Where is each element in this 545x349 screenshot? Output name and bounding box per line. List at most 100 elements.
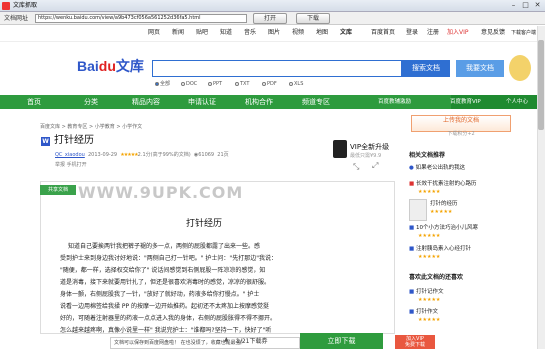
upload-doc-button[interactable]: 上传我的文档 (411, 115, 511, 132)
radio-icon (289, 81, 293, 86)
nav-register[interactable]: 注册 (427, 29, 439, 37)
nav-feedback[interactable]: 意见反馈 (481, 29, 505, 37)
shrink-icon[interactable]: ⤡ (353, 163, 359, 171)
scrollbar-thumb[interactable] (538, 40, 544, 130)
more-item[interactable]: ■ 打针作文 (409, 309, 438, 316)
doc-title: 打针经历 (54, 135, 94, 146)
doc-meta: QC_xiaodou 2013-09-29 ★★★★★2.1分(高于99%的文档… (55, 152, 229, 159)
close-button[interactable]: ✕ (532, 1, 543, 10)
radio-icon (181, 81, 185, 86)
radio-icon (262, 81, 266, 86)
word-icon: ■ (409, 309, 415, 315)
cat-edu-incentive[interactable]: 百度教辅激励 (378, 98, 411, 106)
cat-channel[interactable]: 频道专区 (302, 98, 330, 106)
related-thumb[interactable] (409, 199, 427, 221)
nav-item-web[interactable]: 网页 (148, 29, 160, 37)
baidu-wenku-logo[interactable]: Baidu文库 (77, 58, 144, 74)
cat-user-center[interactable]: 个人中心 (506, 98, 528, 106)
related-item[interactable]: ■ 10个小方法巧治小儿风寒 (409, 225, 478, 232)
open-button[interactable]: 打开 (253, 13, 287, 24)
nav-item-news[interactable]: 新闻 (172, 29, 184, 37)
related-item[interactable]: ■ 长效干扰素注射的心路历 (409, 181, 476, 188)
related-item[interactable]: 打针的经历 (430, 201, 458, 208)
radio-icon (235, 81, 239, 86)
cat-cooperate[interactable]: 机构合作 (245, 98, 273, 106)
filetype-txt[interactable]: TXT (235, 81, 249, 88)
download-now-button[interactable]: 立即下载 (300, 333, 383, 349)
doc-author[interactable]: QC_xiaodou (55, 152, 85, 158)
nav-login[interactable]: 登录 (406, 29, 418, 37)
mascot-icon (509, 55, 531, 81)
vip-upgrade-title[interactable]: VIP全新升级 (350, 143, 389, 152)
radio-icon (155, 81, 159, 86)
rating-stars-icon: ★★★★★ (418, 233, 441, 239)
doc-rating: 2.1分(高于99%的文档) (137, 152, 191, 158)
cat-classify[interactable]: 分类 (84, 98, 98, 106)
breadcrumb[interactable]: 百度文库 > 教育专区 > 小学教育 > 小学作文 (40, 124, 142, 131)
filetype-all[interactable]: 全部 (155, 81, 170, 88)
fullscreen-icon[interactable]: ⤢ (372, 162, 378, 170)
upload-points: 下载积分+2 (447, 131, 475, 137)
more-item[interactable]: ■ 打针记作文 (409, 289, 443, 296)
search-input[interactable] (152, 60, 402, 77)
vip-upgrade-sub: 最低只需¥9.9 (350, 153, 382, 159)
window-titlebar (0, 0, 545, 12)
share-doc-button[interactable]: 我要文档 (456, 60, 504, 77)
word-icon: ■ (409, 289, 415, 295)
nav-item-wenku[interactable]: 文库 (340, 29, 352, 37)
nav-item-video[interactable]: 视频 (292, 29, 304, 37)
nav-item-map[interactable]: 地图 (316, 29, 328, 37)
rating-stars-icon: ★★★★★ (418, 254, 441, 260)
nav-item-tieba[interactable]: 贴吧 (196, 29, 208, 37)
nav-item-images[interactable]: 图片 (268, 29, 280, 37)
shared-doc-tag: 共享文档 (40, 185, 76, 195)
word-doc-icon: W (41, 137, 50, 146)
rating-stars-icon: ★★★★★ (418, 297, 441, 303)
maximize-button[interactable]: □ (520, 1, 531, 10)
doc-date: 2013-09-29 (88, 152, 118, 158)
pdf-icon: ■ (409, 181, 415, 187)
join-vip-label: 加入VIP 免费下载 (404, 336, 425, 348)
rating-stars-icon: ★★★★★ (120, 152, 138, 158)
vip-diamond-icon (333, 140, 347, 158)
doc-body-title: 打针经历 (186, 219, 223, 229)
rating-stars-icon: ★★★★★ (418, 189, 441, 195)
radio-icon (208, 81, 212, 86)
join-vip-button[interactable]: 加入VIP 免费下载 (395, 335, 435, 349)
cat-certify[interactable]: 申请认证 (188, 98, 216, 106)
page-number: 1/21下载券 (236, 338, 268, 345)
nav-item-music[interactable]: 音乐 (244, 29, 256, 37)
minimize-button[interactable]: – (508, 1, 519, 10)
address-input[interactable]: https://wenku.baidu.com/view/a9b473cf056… (35, 14, 247, 23)
file-icon: ● (409, 165, 414, 171)
search-button[interactable]: 搜索文档 (402, 60, 450, 77)
rating-stars-icon: ★★★★★ (418, 317, 441, 323)
cat-home[interactable]: 首页 (27, 98, 41, 106)
rating-stars-icon: ★★★★★ (430, 209, 453, 215)
nav-home[interactable]: 百度首页 (371, 29, 395, 37)
word-icon: ■ (409, 246, 415, 252)
filetype-xls[interactable]: XLS (289, 81, 303, 88)
cat-edu-vip[interactable]: 百度教育VIP (450, 98, 481, 106)
page-up-icon[interactable]: ▲ (224, 336, 229, 344)
address-label: 文档网址 (4, 15, 29, 22)
nav-join-vip[interactable]: 加入VIP (447, 29, 469, 37)
filetype-doc[interactable]: DOC (181, 81, 197, 88)
cat-premium[interactable]: 精品内容 (132, 98, 160, 106)
doc-actions[interactable]: 举报 手机打开 (55, 162, 87, 169)
filetype-pdf[interactable]: PDF (262, 81, 277, 88)
more-heading: 喜欢此文档的还喜欢 (409, 274, 464, 281)
nav-download-client[interactable]: 下载客户端 (511, 29, 536, 37)
filetype-ppt[interactable]: PPT (208, 81, 222, 88)
doc-pages: 21页 (217, 152, 229, 158)
nav-item-zhidao[interactable]: 知道 (220, 29, 232, 37)
window-title: 文库抓取 (13, 2, 38, 9)
doc-views: 61069 (198, 152, 215, 158)
related-item[interactable]: ■ 注射胰岛素入心经打针 (409, 246, 471, 253)
netdisk-ad[interactable]: 文档可以保存到百度网盘啦！ 在也没烦了，收藏也是最强！ (110, 337, 300, 349)
related-item[interactable]: ● 如果老公出轨的我这 (409, 165, 465, 172)
app-icon (2, 2, 10, 10)
word-icon: ■ (409, 225, 415, 231)
download-toolbar-button[interactable]: 下载 (296, 13, 330, 24)
watermark: WWW.9UPK.COM (78, 183, 244, 202)
